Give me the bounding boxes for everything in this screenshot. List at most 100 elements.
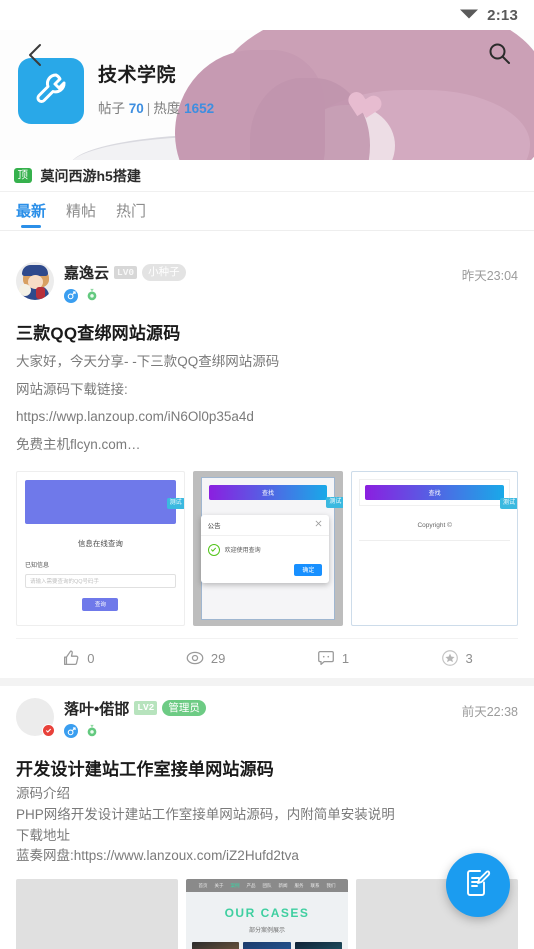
male-gender-icon bbox=[64, 288, 78, 303]
post-body-line: PHP网络开发设计建站工作室接单网站源码，内附简单安装说明 bbox=[16, 806, 395, 822]
thumb-nav-item: 新闻 bbox=[278, 882, 288, 888]
sort-tabs: 最新 精帖 热门 bbox=[0, 192, 534, 230]
avatar[interactable] bbox=[16, 697, 55, 737]
thumb-nav-item: 服务 bbox=[294, 882, 304, 888]
post-body-line: 网站源码下载链接: bbox=[16, 381, 128, 397]
thumb-dialog-message: 欢迎使用查询 bbox=[224, 548, 261, 555]
status-time: 2:13 bbox=[487, 6, 518, 24]
thumbnail-image[interactable]: 查找 公告 欢迎使用查询 确定 测试 bbox=[192, 470, 344, 626]
thumb-tag: 测试 bbox=[326, 496, 344, 508]
post-body-link: https://wwp.lanzoup.com/iN6Ol0p35a4d bbox=[16, 409, 254, 425]
favorite-button[interactable]: 3 bbox=[440, 648, 473, 668]
thumb-heading: OUR CASES bbox=[224, 906, 310, 921]
close-icon bbox=[315, 520, 322, 529]
post-thumbnails: 首页 关于 案例 产品 团队 新闻 服务 联系 我们 OUR CASES 部分案… bbox=[16, 879, 518, 949]
author-icons bbox=[64, 288, 452, 303]
post-thumbnails: 信息在线查询 已知信息 请输入需要查询的QQ号码手 查询 测试 查找 公告 欢迎… bbox=[16, 470, 519, 626]
thumb-tag: 测试 bbox=[166, 497, 184, 509]
post-body: 大家好，今天分享- -下三款QQ查绑网站源码 网站源码下载链接: https:/… bbox=[16, 348, 518, 459]
sticky-announcement[interactable]: 顶 莫问西游h5搭建 bbox=[0, 160, 534, 192]
posts-count: 70 bbox=[128, 101, 144, 116]
author-block: 落叶•偌邯 LV2 管理员 bbox=[64, 698, 452, 739]
search-icon bbox=[487, 41, 511, 70]
avatar[interactable] bbox=[16, 262, 54, 300]
navigation-bar bbox=[0, 30, 534, 80]
thumb-tag: 测试 bbox=[500, 497, 518, 509]
level-badge: LV0 bbox=[114, 265, 138, 280]
author-name[interactable]: 嘉逸云 bbox=[64, 262, 109, 283]
thumb-nav-item: 关于 bbox=[214, 882, 224, 888]
thumb-nav: 首页 关于 案例 产品 团队 新闻 服务 联系 我们 bbox=[186, 879, 348, 893]
app-screen: 2:13 技术学院 帖子 70 | 热度 1652 顶 莫问西游h5搭建 最新 … bbox=[0, 0, 534, 949]
tabs-divider bbox=[0, 230, 534, 231]
author-icons bbox=[64, 724, 452, 739]
medal-icon bbox=[85, 288, 100, 303]
post-body-line: 免费主机flcyn.com… bbox=[16, 437, 141, 453]
forum-stats: 帖子 70 | 热度 1652 bbox=[98, 97, 214, 117]
thumb-nav-item: 案例 bbox=[230, 882, 240, 888]
thumb-label: 已知信息 bbox=[25, 562, 50, 569]
thumbnail-image[interactable]: 首页 关于 案例 产品 团队 新闻 服务 联系 我们 OUR CASES 部分案… bbox=[186, 879, 348, 949]
comment-button[interactable]: 1 bbox=[316, 648, 349, 668]
thumb-dialog-title: 公告 bbox=[207, 522, 221, 530]
post-title[interactable]: 开发设计建站工作室接单网站源码 bbox=[16, 755, 518, 780]
tab-latest[interactable]: 最新 bbox=[16, 200, 46, 228]
thumbnail-image[interactable]: 查找 Copyright © 测试 bbox=[351, 470, 519, 626]
thumb-confirm-button: 确定 bbox=[294, 563, 323, 576]
thumb-nav-item: 我们 bbox=[326, 882, 336, 888]
thumb-case-grid bbox=[186, 934, 348, 949]
post-body-line: 源码介绍 bbox=[16, 785, 70, 801]
thumbnail-image[interactable] bbox=[16, 879, 178, 949]
tab-featured[interactable]: 精帖 bbox=[66, 200, 96, 228]
search-button[interactable] bbox=[482, 38, 516, 72]
thumb-query-button: 查询 bbox=[82, 597, 119, 611]
thumb-input: 请输入需要查询的QQ号码手 bbox=[25, 573, 176, 588]
engagement-bar: 0 29 1 3 bbox=[16, 637, 518, 678]
compose-icon bbox=[462, 867, 494, 904]
view-count: 29 bbox=[210, 650, 226, 666]
post-header: 嘉逸云 LV0 小种子 昨天23:04 bbox=[16, 262, 518, 303]
thumb-dialog: 公告 欢迎使用查询 确定 bbox=[200, 514, 330, 583]
author-name[interactable]: 落叶•偌邯 bbox=[64, 698, 129, 719]
post-list[interactable]: 嘉逸云 LV0 小种子 昨天23:04 三款QQ查绑网站源码 大家好，今天分享-… bbox=[0, 250, 534, 949]
thumb-nav-item: 首页 bbox=[198, 882, 208, 888]
like-count: 0 bbox=[87, 650, 95, 666]
role-badge: 管理员 bbox=[162, 700, 206, 717]
level-badge: LV2 bbox=[134, 701, 158, 715]
heat-count: 1652 bbox=[184, 101, 215, 116]
compose-post-button[interactable] bbox=[446, 853, 510, 917]
posts-label: 帖子 bbox=[98, 101, 125, 116]
post-title[interactable]: 三款QQ查绑网站源码 bbox=[16, 319, 518, 344]
post-timestamp: 昨天23:04 bbox=[461, 269, 518, 283]
verified-check-icon bbox=[42, 723, 55, 737]
wifi-icon bbox=[459, 6, 479, 25]
like-button[interactable]: 0 bbox=[61, 648, 94, 668]
thumb-search-button: 查找 bbox=[365, 484, 505, 500]
thumb-nav-item: 产品 bbox=[246, 882, 256, 888]
post-separator bbox=[0, 677, 534, 686]
post-body-line: 大家好，今天分享- -下三款QQ查绑网站源码 bbox=[16, 354, 280, 369]
thumbnail-image[interactable]: 信息在线查询 已知信息 请输入需要查询的QQ号码手 查询 测试 bbox=[16, 470, 185, 626]
post-timestamp: 前天22:38 bbox=[461, 704, 518, 719]
male-gender-icon bbox=[64, 724, 78, 739]
heat-label: 热度 bbox=[153, 101, 181, 116]
author-block: 嘉逸云 LV0 小种子 bbox=[64, 262, 452, 303]
post-body: 源码介绍 PHP网络开发设计建站工作室接单网站源码，内附简单安装说明 下载地址 … bbox=[16, 784, 518, 868]
thumb-copyright: Copyright © bbox=[359, 522, 511, 541]
thumb-nav-item: 团队 bbox=[262, 882, 272, 888]
favorite-count: 3 bbox=[465, 650, 473, 666]
tab-hot[interactable]: 热门 bbox=[116, 200, 146, 228]
role-badge: 小种子 bbox=[142, 264, 186, 281]
status-bar: 2:13 bbox=[0, 0, 534, 30]
thumb-subheading: 部分案例展示 bbox=[248, 928, 285, 935]
comment-count: 1 bbox=[341, 650, 350, 666]
check-circle-icon bbox=[207, 543, 220, 556]
post-item[interactable]: 落叶•偌邯 LV2 管理员 前天22:38 开发设计建站工作室接单网站源码 源码… bbox=[0, 685, 534, 949]
sticky-badge: 顶 bbox=[14, 167, 32, 184]
view-count-item[interactable]: 29 bbox=[185, 648, 225, 668]
announcement-text: 莫问西游h5搭建 bbox=[40, 167, 141, 184]
post-item[interactable]: 嘉逸云 LV0 小种子 昨天23:04 三款QQ查绑网站源码 大家好，今天分享-… bbox=[0, 250, 534, 678]
stats-separator: | bbox=[146, 101, 151, 116]
back-button[interactable] bbox=[18, 38, 52, 72]
post-body-link: 蓝奏网盘:https://www.lanzoux.com/iZ2Hufd2tva bbox=[16, 848, 299, 864]
